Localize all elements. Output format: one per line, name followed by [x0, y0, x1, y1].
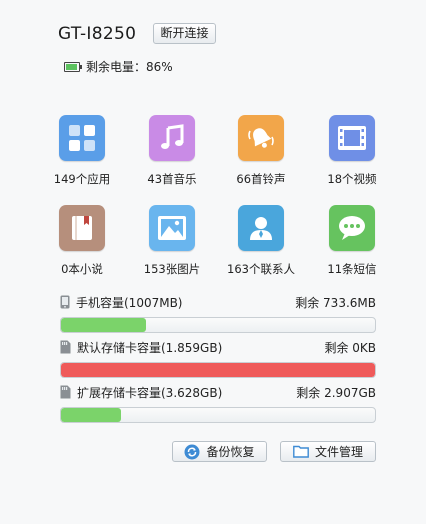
tile-apps[interactable]: 149个应用: [44, 115, 120, 195]
tile-label: 43首音乐: [147, 172, 197, 186]
storage-bar: [60, 407, 376, 423]
folder-icon: [293, 445, 309, 458]
storage-default-card: 默认存储卡容量(1.859GB) 剩余 0KB: [60, 338, 376, 378]
storage-bar: [60, 362, 376, 378]
storage-bar-fill: [61, 318, 146, 332]
disconnect-button[interactable]: 断开连接: [153, 23, 216, 44]
storage-label: 手机容量(1007MB): [76, 295, 183, 310]
refresh-icon: [184, 444, 200, 459]
backup-restore-label: 备份恢复: [206, 445, 255, 459]
grid-icon: [59, 115, 105, 161]
bell-icon: [238, 115, 284, 161]
sdcard-icon: [60, 385, 71, 399]
tile-label: 153张图片: [143, 262, 201, 276]
storage-remaining: 剩余 733.6MB: [295, 295, 376, 310]
storage-remaining: 剩余 0KB: [324, 340, 376, 355]
tile-label: 163个联系人: [227, 262, 295, 276]
chat-bubble-icon: [329, 205, 375, 251]
battery-icon: [64, 61, 82, 72]
tile-label: 66首铃声: [236, 172, 286, 186]
device-name: GT-I8250: [58, 24, 137, 44]
tile-label: 0本小说: [61, 262, 103, 276]
tile-videos[interactable]: 18个视频: [314, 115, 390, 195]
tile-ringtones[interactable]: 66首铃声: [223, 115, 299, 195]
battery-status: 剩余电量：86%: [64, 58, 173, 75]
storage-label: 扩展存储卡容量(3.628GB): [77, 385, 223, 400]
tile-label: 11条短信: [327, 262, 377, 276]
storage-extended-card: 扩展存储卡容量(3.628GB) 剩余 2.907GB: [60, 383, 376, 423]
storage-phone: 手机容量(1007MB) 剩余 733.6MB: [60, 293, 376, 333]
sdcard-icon: [60, 340, 71, 354]
tile-label: 149个应用: [53, 172, 111, 186]
storage-bar: [60, 317, 376, 333]
picture-icon: [149, 205, 195, 251]
book-icon: [59, 205, 105, 251]
phone-icon: [60, 295, 70, 309]
file-manager-button[interactable]: 文件管理: [280, 441, 376, 462]
storage-remaining: 剩余 2.907GB: [296, 385, 376, 400]
backup-restore-button[interactable]: 备份恢复: [172, 441, 267, 462]
storage-bar-fill: [61, 363, 375, 377]
tile-music[interactable]: 43首音乐: [134, 115, 210, 195]
film-icon: [329, 115, 375, 161]
contact-icon: [238, 205, 284, 251]
storage-bar-fill: [61, 408, 121, 422]
tile-pictures[interactable]: 153张图片: [134, 205, 210, 285]
music-note-icon: [149, 115, 195, 161]
tile-sms[interactable]: 11条短信: [314, 205, 390, 285]
storage-label: 默认存储卡容量(1.859GB): [77, 340, 223, 355]
battery-label: 剩余电量：86%: [86, 60, 173, 74]
tile-contacts[interactable]: 163个联系人: [223, 205, 299, 285]
tile-novels[interactable]: 0本小说: [44, 205, 120, 285]
tile-label: 18个视频: [327, 172, 377, 186]
file-manager-label: 文件管理: [314, 445, 363, 459]
